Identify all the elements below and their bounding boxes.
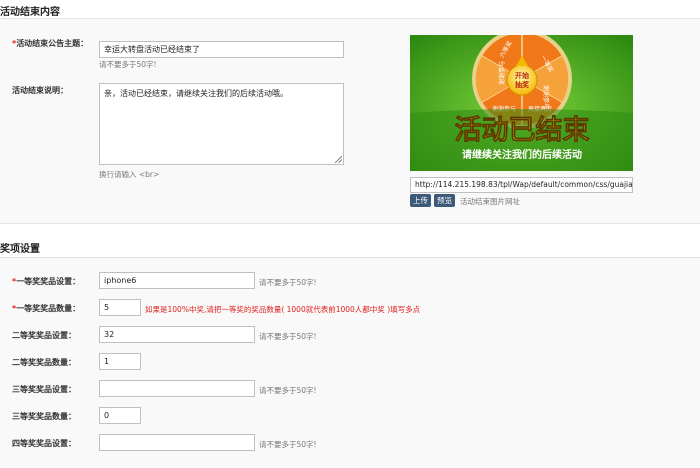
prize-name-input[interactable]: iphone6 xyxy=(99,272,255,289)
banner-headline: 活动已结束 xyxy=(455,115,590,146)
end-image-url-input[interactable]: http://114.215.198.83/tpl/Wap/default/co… xyxy=(410,177,633,193)
wheel-center-line-1: 开始 xyxy=(515,71,529,80)
prize-row-label: 三等奖奖品数量： xyxy=(12,412,76,421)
prize-row-hint: 请不要多于50字! xyxy=(259,278,317,287)
description-label: 活动结束说明： xyxy=(12,86,68,95)
announcement-label: *活动结束公告主题： xyxy=(12,39,89,48)
preview-button[interactable]: 预览 xyxy=(434,194,455,207)
prize-quantity-input[interactable]: 1 xyxy=(99,353,141,370)
resize-handle-icon[interactable] xyxy=(335,156,342,163)
prize-row-hint: 如果是100%中奖,请把一等奖的奖品数量( 1000就代表前1000人都中奖 )… xyxy=(145,305,421,314)
prize-row-hint: 请不要多于50字! xyxy=(259,386,317,395)
wheel-segment-label: 谢谢参与 xyxy=(498,61,506,85)
prize-quantity-input[interactable]: 0 xyxy=(99,407,141,424)
image-url-caption: 活动结束图片网址 xyxy=(460,197,520,206)
prize-row-label: *一等奖奖品设置： xyxy=(12,277,81,286)
end-section-title: 活动结束内容 xyxy=(0,7,60,18)
banner-subline: 请继续关注我们的后续活动 xyxy=(462,148,582,161)
prize-name-input[interactable]: 32 xyxy=(99,326,255,343)
end-image-preview: 一等奖 谢谢参与 再接再厉 谢谢参与 谢谢参与 六等奖 开始 抽奖 活动已结束 … xyxy=(410,35,633,171)
announcement-input[interactable]: 幸运大转盘活动已经结束了 xyxy=(99,41,344,58)
prize-row-label: 二等奖奖品数量： xyxy=(12,358,76,367)
prize-row-label: 二等奖奖品设置： xyxy=(12,331,76,340)
lottery-wheel-illustration: 一等奖 谢谢参与 再接再厉 谢谢参与 谢谢参与 六等奖 开始 抽奖 活动已结束 … xyxy=(410,35,633,171)
wheel-center-line-2: 抽奖 xyxy=(515,80,530,89)
prize-row-label: 四等奖奖品设置： xyxy=(12,439,76,448)
announcement-hint: 请不要多于50字! xyxy=(99,60,157,69)
prize-row-hint: 请不要多于50字! xyxy=(259,440,317,449)
prize-name-input[interactable] xyxy=(99,434,255,451)
prize-section-title: 奖项设置 xyxy=(0,244,40,255)
description-text: 亲，活动已经结束，请继续关注我们的后续活动哦。 xyxy=(104,89,288,98)
prize-row-label: *一等奖奖品数量： xyxy=(12,304,81,313)
description-hint: 换行请输入 <br> xyxy=(99,170,160,179)
prize-row-label: 三等奖奖品设置： xyxy=(12,385,76,394)
description-textarea[interactable]: 亲，活动已经结束，请继续关注我们的后续活动哦。 xyxy=(99,83,344,165)
prize-settings-panel: *一等奖奖品设置： iphone6 请不要多于50字! *一等奖奖品数量： 5 如果是10… xyxy=(0,257,700,468)
prize-row-hint: 请不要多于50字! xyxy=(259,332,317,341)
prize-name-input[interactable] xyxy=(99,380,255,397)
upload-button[interactable]: 上传 xyxy=(410,194,431,207)
prize-quantity-input[interactable]: 5 xyxy=(99,299,141,316)
